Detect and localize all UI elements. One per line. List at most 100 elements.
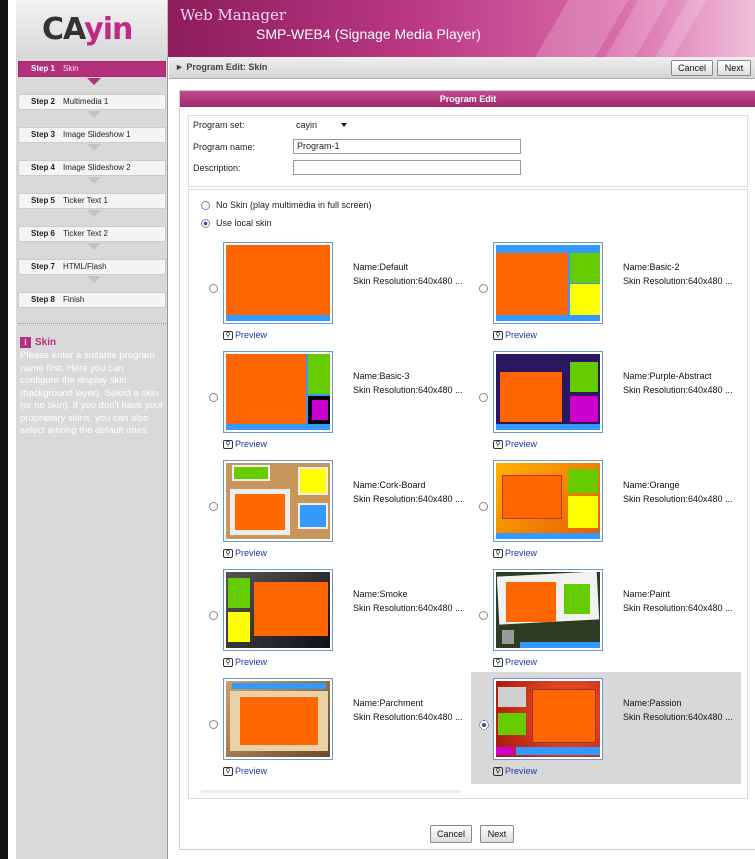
- next-button-top[interactable]: Next: [717, 60, 751, 76]
- skin-thumbnail[interactable]: [493, 351, 603, 433]
- image-zone: [312, 400, 328, 420]
- magnifier-icon: ⚲: [493, 548, 503, 558]
- horizontal-scrollbar[interactable]: [201, 790, 461, 793]
- ticker-zone: [496, 533, 600, 539]
- preview-link[interactable]: ⚲ Preview: [493, 330, 537, 340]
- skin-resolution: Skin Resolution:640x480 ...: [353, 494, 463, 504]
- skin-default[interactable]: Name:Default Skin Resolution:640x480 ... …: [201, 240, 471, 348]
- skin-thumbnail[interactable]: [223, 242, 333, 324]
- image-zone: [570, 396, 598, 422]
- skin-cork-board[interactable]: Name:Cork-Board Skin Resolution:640x480 .…: [201, 458, 471, 566]
- step-4-image-slideshow[interactable]: Step 4 Image Slideshow 2: [18, 160, 166, 176]
- skin-name: Name:Basic-3: [353, 371, 410, 381]
- step-6-ticker-text[interactable]: Step 6 Ticker Text 2: [18, 226, 166, 242]
- image-zone: [232, 465, 270, 481]
- skin-resolution: Skin Resolution:640x480 ...: [623, 276, 733, 286]
- skin-name: Name:Parchment: [353, 698, 424, 708]
- preview-link[interactable]: ⚲ Preview: [493, 439, 537, 449]
- app-window: CAyin Web Manager SMP-WEB4 (Signage Medi…: [0, 0, 755, 859]
- skin-orange[interactable]: Name:Orange Skin Resolution:640x480 ... ⚲…: [471, 458, 741, 566]
- skin-thumbnail[interactable]: [493, 678, 603, 760]
- skin-smoke[interactable]: Name:Smoke Skin Resolution:640x480 ... ⚲ P…: [201, 567, 471, 675]
- use-local-skin-radio[interactable]: [201, 218, 210, 228]
- skin-parchment[interactable]: Name:Parchment Skin Resolution:640x480 ..…: [201, 676, 471, 784]
- program-form: Program set: cayin Program name: Program…: [188, 115, 748, 187]
- use-local-skin-option[interactable]: Use local skin: [201, 218, 272, 228]
- step-7-html-flash[interactable]: Step 7 HTML/Flash: [18, 259, 166, 275]
- skin-selection: No Skin (play multimedia in full screen)…: [188, 189, 748, 799]
- preview-text: Preview: [505, 439, 538, 449]
- skin-radio[interactable]: [479, 502, 488, 511]
- skin-resolution: Skin Resolution:640x480 ...: [353, 712, 463, 722]
- info-icon: i: [20, 337, 31, 348]
- program-name-input[interactable]: Program-1: [293, 139, 521, 154]
- skin-radio[interactable]: [209, 284, 218, 293]
- app-title: Web Manager: [180, 6, 286, 24]
- media-zone: [532, 689, 596, 743]
- image-zone: [308, 354, 330, 394]
- cancel-button[interactable]: Cancel: [430, 825, 472, 843]
- magnifier-icon: ⚲: [223, 548, 233, 558]
- image-zone: [568, 496, 598, 528]
- skin-basic-3[interactable]: Name:Basic-3 Skin Resolution:640x480 ... …: [201, 349, 471, 457]
- skin-basic-2[interactable]: Name:Basic-2 Skin Resolution:640x480 ... …: [471, 240, 741, 348]
- skin-thumbnail[interactable]: [493, 460, 603, 542]
- skin-thumbnail[interactable]: [223, 460, 333, 542]
- skin-thumbnail[interactable]: [223, 569, 333, 651]
- step-3-image-slideshow[interactable]: Step 3 Image Slideshow 1: [18, 127, 166, 143]
- skin-radio-selected[interactable]: [479, 720, 489, 730]
- magnifier-icon: ⚲: [493, 330, 503, 340]
- skin-name: Name:Basic-2: [623, 262, 680, 272]
- skin-paint[interactable]: Name:Paint Skin Resolution:640x480 ... ⚲ P…: [471, 567, 741, 675]
- preview-link[interactable]: ⚲ Preview: [223, 766, 267, 776]
- image-zone: [568, 469, 598, 493]
- description-input[interactable]: [293, 160, 521, 175]
- image-zone: [298, 467, 328, 495]
- skin-radio[interactable]: [479, 611, 488, 620]
- step-arrow-icon: [87, 177, 101, 184]
- skin-radio[interactable]: [479, 284, 488, 293]
- no-skin-option[interactable]: No Skin (play multimedia in full screen): [201, 200, 372, 210]
- preview-link[interactable]: ⚲ Preview: [493, 766, 537, 776]
- skin-thumbnail[interactable]: [223, 678, 333, 760]
- preview-link[interactable]: ⚲ Preview: [223, 548, 267, 558]
- program-set-select[interactable]: cayin: [293, 118, 353, 132]
- step-arrow-icon: [87, 144, 101, 151]
- image-zone: [570, 253, 600, 283]
- skin-thumbnail[interactable]: [493, 569, 603, 651]
- skin-radio[interactable]: [209, 611, 218, 620]
- skin-thumbnail[interactable]: [493, 242, 603, 324]
- ticker-zone: [232, 683, 326, 689]
- preview-link[interactable]: ⚲ Preview: [493, 548, 537, 558]
- skin-resolution: Skin Resolution:640x480 ...: [623, 603, 733, 613]
- preview-text: Preview: [505, 548, 538, 558]
- step-label: HTML/Flash: [63, 262, 107, 271]
- step-5-ticker-text[interactable]: Step 5 Ticker Text 1: [18, 193, 166, 209]
- preview-link[interactable]: ⚲ Preview: [223, 439, 267, 449]
- skin-passion[interactable]: Name:Passion Skin Resolution:640x480 ... …: [471, 672, 741, 784]
- step-label: Ticker Text 2: [63, 229, 108, 238]
- skin-thumbnail[interactable]: [223, 351, 333, 433]
- preview-link[interactable]: ⚲ Preview: [223, 330, 267, 340]
- cancel-button-top[interactable]: Cancel: [671, 60, 713, 76]
- step-arrow-icon: [87, 210, 101, 217]
- skin-radio[interactable]: [479, 393, 488, 402]
- step-8-finish[interactable]: Step 8 Finish: [18, 292, 166, 308]
- preview-link[interactable]: ⚲ Preview: [493, 657, 537, 667]
- skin-radio[interactable]: [209, 502, 218, 511]
- skin-radio[interactable]: [209, 720, 218, 729]
- chevron-down-icon: [341, 123, 347, 127]
- skin-info: Name:Parchment Skin Resolution:640x480 ..…: [353, 696, 463, 724]
- skin-name: Name:Paint: [623, 589, 671, 599]
- preview-link[interactable]: ⚲ Preview: [223, 657, 267, 667]
- media-zone: [502, 475, 562, 519]
- step-2-multimedia[interactable]: Step 2 Multimedia 1: [18, 94, 166, 110]
- no-skin-radio[interactable]: [201, 200, 210, 210]
- no-skin-label: No Skin (play multimedia in full screen): [216, 200, 372, 210]
- skin-radio[interactable]: [209, 393, 218, 402]
- next-button[interactable]: Next: [480, 825, 514, 843]
- step-label: Image Slideshow 2: [63, 163, 131, 172]
- step-1-skin[interactable]: Step 1 Skin: [18, 61, 166, 77]
- help-text: Please enter a suitable program name fir…: [20, 350, 164, 436]
- skin-purple-abstract[interactable]: Name:Purple-Abstract Skin Resolution:640x…: [471, 349, 741, 457]
